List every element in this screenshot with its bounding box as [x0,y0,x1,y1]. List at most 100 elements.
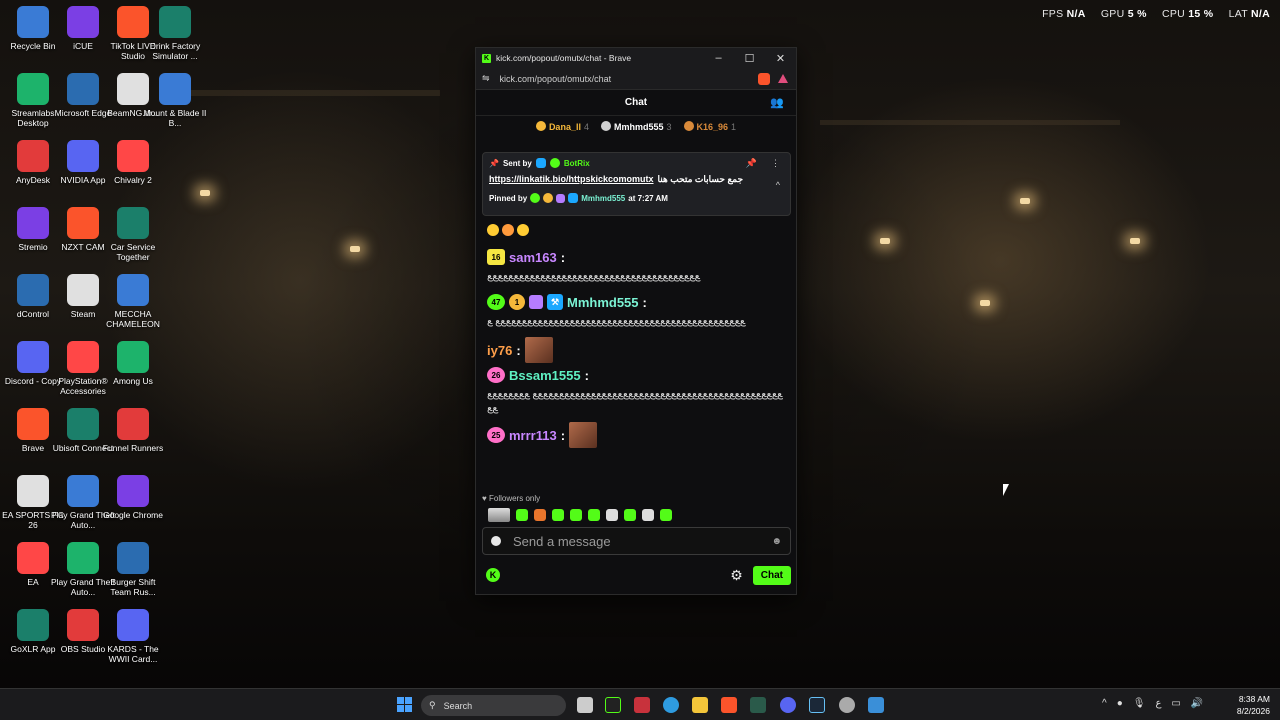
close-button[interactable]: ✕ [765,48,796,68]
username[interactable]: Mmhmd555 [567,295,639,310]
site-settings-icon[interactable]: ⇋ [482,73,490,84]
emote-bar[interactable] [488,508,672,522]
username[interactable]: sam163 [509,250,557,265]
app-tray-icon[interactable]: ● [1117,698,1123,709]
emote-icon[interactable] [570,509,582,521]
steam-icon[interactable] [809,697,825,713]
emote-face [569,422,598,448]
emote-icon[interactable] [588,509,600,521]
pinned-message[interactable]: 📌 Sent by BotRix 📌 ⋮ ^ جمع حسابات متحب ه… [482,152,791,216]
chat-messages[interactable]: 16 sam163: ﻊﻊﻊﻊﻊﻊﻊﻊﻊﻊﻊﻊﻊﻊﻊﻊﻊﻊﻊﻊﻊﻊﻊﻊﻊﻊﻊﻊﻊ… [476,218,796,523]
emoji-icon[interactable]: ☻ [771,536,782,547]
edge-icon[interactable] [663,697,679,713]
network-icon[interactable]: ▭ [1171,698,1180,709]
leader-item[interactable]: K16_96 1 [683,120,736,132]
url-text[interactable]: kick.com/popout/omutx/chat [500,74,758,84]
app-icon[interactable] [750,697,766,713]
app-icon [17,609,49,641]
pinned-link[interactable]: https://linkatik.bio/httpskickcomomutx [489,174,654,185]
app-icon [67,140,99,172]
sub-badge: 16 [487,249,505,265]
app-icon[interactable] [839,697,855,713]
emote-icon[interactable] [642,509,654,521]
unpin-icon[interactable]: 📌 [746,158,757,169]
app-icon [17,73,49,105]
desktop-icon[interactable]: KARDS - The WWII Card... [100,609,166,664]
file-explorer-icon[interactable] [692,697,708,713]
kick-logo-icon: K [482,53,491,63]
title-bar: K kick.com/popout/omutx/chat - Brave – ☐… [476,48,796,68]
username[interactable]: Bssam1555 [509,368,581,383]
language-icon[interactable]: ع [1155,698,1161,709]
app-icon [117,341,149,373]
brave-shields-icon[interactable] [758,72,770,85]
gift-badge-icon [543,193,554,203]
system-tray: ^ ● 🎙 ع ▭ 🔊 [1102,698,1203,709]
chevron-up-icon[interactable]: ^ [1102,698,1107,709]
sender-name[interactable]: BotRix [564,159,590,168]
brave-icon[interactable] [721,697,737,713]
browser-window: K kick.com/popout/omutx/chat - Brave – ☐… [475,47,797,595]
chat-message: iy76: [487,337,785,363]
desktop-icon[interactable]: Among Us [100,341,166,386]
desktop-icon[interactable]: Drink Factory Simulator ... [142,6,208,61]
emote-icon[interactable] [660,509,672,521]
leader-item[interactable]: Dana_ll 4 [535,120,589,132]
app-icon [17,408,49,440]
emote-icon[interactable] [488,508,510,522]
microphone-icon[interactable]: 🎙 [1133,698,1146,709]
address-bar[interactable]: ⇋ kick.com/popout/omutx/chat [476,68,796,90]
chat-message: 25 mrrr113: [487,422,785,448]
chat-header: Chat 👥 [476,90,796,116]
kick-points-icon[interactable]: K [486,568,500,582]
settings-gear-icon[interactable]: ⚙ [730,567,743,584]
gift-badge-icon: 1 [509,294,525,310]
app-icon [17,207,49,239]
leaderboard: Dana_ll 4 Mmhmd555 3 K16_96 1 [476,116,796,136]
username[interactable]: iy76 [487,343,512,358]
message-text: ﻊﻊﻊﻊﻊﻊﻊﻊﻊﻊﻊﻊﻊﻊﻊﻊﻊﻊﻊﻊﻊﻊﻊﻊﻊﻊﻊﻊﻊﻊﻊﻊﻊﻊﻊﻊﻊﻊﻊﻊ… [487,389,783,414]
chevron-up-icon[interactable]: ^ [776,180,780,190]
app-icon[interactable] [634,697,650,713]
emote-icon[interactable] [552,509,564,521]
app-icon [117,609,149,641]
clock[interactable]: 8:38 AM 8/2/2026 [1237,693,1270,717]
emote-icon[interactable] [516,509,528,521]
app-icon[interactable] [868,697,884,713]
message-input[interactable]: Send a message ☻ [482,527,791,555]
task-view-icon[interactable] [577,697,593,713]
emote-icon[interactable] [606,509,618,521]
users-icon[interactable]: 👥 [770,96,784,109]
desktop-icon[interactable]: Burger Shift Team Rus... [100,542,166,597]
app-icon[interactable] [605,697,621,713]
app-icon [67,274,99,306]
emote-picker-icon[interactable] [491,536,501,546]
emote-icon[interactable] [534,509,546,521]
username[interactable]: mrrr113 [509,428,557,443]
more-options-icon[interactable]: ⋮ [771,158,780,169]
followers-only-notice: ♥ Followers only [482,494,541,503]
send-chat-button[interactable]: Chat [752,565,791,585]
taskbar: ⚲ Search ^ ● 🎙 ع ▭ 🔊 8:38 AM 8/2/2026 [0,688,1280,720]
desktop-icon[interactable]: Car Service Together [100,207,166,262]
window-title: kick.com/popout/omutx/chat - Brave [496,53,632,63]
minimize-button[interactable]: – [703,48,734,68]
app-icon [17,341,49,373]
desktop-icon[interactable]: Mount & Blade II B... [142,73,208,128]
app-icon [117,140,149,172]
app-icon [67,73,99,105]
volume-icon[interactable]: 🔊 [1191,698,1203,709]
desktop-icon[interactable]: Funnel Runners [100,408,166,453]
search-box[interactable]: ⚲ Search [421,695,566,716]
maximize-button[interactable]: ☐ [734,48,765,68]
brave-rewards-icon[interactable] [778,74,788,83]
desktop-icon[interactable]: Google Chrome [100,475,166,520]
emote-row [487,223,785,241]
desktop-icon[interactable]: Chivalry 2 [100,140,166,185]
discord-icon[interactable] [780,697,796,713]
leader-item[interactable]: Mmhmd555 3 [600,120,672,132]
desktop-icon[interactable]: MECCHA CHAMELEON [100,274,166,329]
start-button[interactable] [397,697,412,712]
emote-icon[interactable] [624,509,636,521]
performance-overlay: FPS N/A GPU 5 % CPU 15 % LAT N/A [1042,8,1270,20]
